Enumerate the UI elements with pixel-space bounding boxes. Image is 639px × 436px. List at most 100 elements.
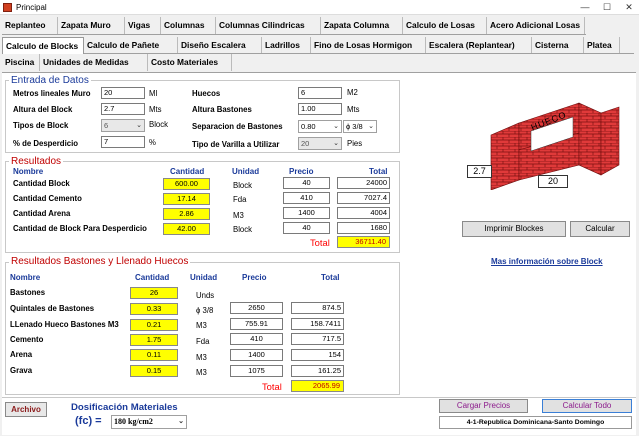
maximize-icon[interactable]: ☐ xyxy=(597,1,617,14)
chevron-down-icon: ⌄ xyxy=(178,417,184,425)
chevron-down-icon: ⌄ xyxy=(136,122,142,129)
tab-escalera-replantear[interactable]: Escalera (Replantear) xyxy=(426,37,532,54)
tipo-varilla-value: 20 xyxy=(301,139,310,148)
bastones-title: Resultados Bastones y Llenado Huecos xyxy=(9,256,191,267)
row-nombre: Cantidad Arena xyxy=(13,209,71,218)
row-precio-input[interactable]: 40 xyxy=(283,222,330,234)
tipo-varilla-select[interactable]: 20 ⌄ xyxy=(298,137,342,150)
row-cantidad: 2.86 xyxy=(163,208,210,220)
minimize-icon[interactable]: — xyxy=(575,1,595,14)
height-dimension-label: 2.7 xyxy=(467,165,492,178)
tab-costo-materiales[interactable]: Costo Materiales xyxy=(148,54,232,71)
bastones-row-total: 717.5 xyxy=(291,333,344,345)
tab-calculo-panete[interactable]: Calculo de Pañete xyxy=(84,37,178,54)
row-nombre: Cantidad Cemento xyxy=(13,194,82,203)
chevron-down-icon: ⌄ xyxy=(368,123,374,130)
tab-unidades-medidas[interactable]: Unidades de Medidas xyxy=(40,54,148,71)
col-header-nombre: Nombre xyxy=(10,273,41,282)
bastones-row-precio-input[interactable]: 1075 xyxy=(230,365,283,377)
col-header-total: Total xyxy=(321,273,340,282)
bottom-divider xyxy=(2,397,636,398)
altura-label: Altura del Block xyxy=(13,105,73,114)
app-icon xyxy=(3,3,12,12)
tab-fino-losas-hormigon[interactable]: Fino de Losas Hormigon xyxy=(311,37,426,54)
row-unidad: M3 xyxy=(233,211,244,220)
altura-bastones-input[interactable]: 1.00 xyxy=(298,103,342,115)
separacion-select[interactable]: 0.80 ⌄ xyxy=(298,120,342,133)
desperdicio-input[interactable]: 7 xyxy=(101,136,145,148)
tab-ladrillos[interactable]: Ladrillos xyxy=(262,37,311,54)
calcular-button[interactable]: Calcular xyxy=(570,221,630,237)
bastones-row-nombre: Grava xyxy=(10,366,33,375)
desperdicio-unit: % xyxy=(149,138,156,147)
tab-cisterna[interactable]: Cisterna xyxy=(532,37,584,54)
metros-input[interactable]: 20 xyxy=(101,87,145,99)
col-header-cantidad: Cantidad xyxy=(135,273,170,282)
row-unidad: Block xyxy=(233,225,253,234)
altura-bastones-unit: Mts xyxy=(347,105,360,114)
separacion-select-value: 0.80 xyxy=(301,122,316,131)
imprimir-blockes-button[interactable]: Imprimir Blockes xyxy=(462,221,566,237)
archivo-button[interactable]: Archivo xyxy=(5,402,47,417)
varilla-diametro-value: ϕ 3/8 xyxy=(346,122,363,131)
tipo-varilla-unit: Pies xyxy=(347,139,363,148)
col-header-precio: Precio xyxy=(242,273,267,282)
fc-select[interactable]: 180 kg/cm2 ⌄ xyxy=(111,415,187,429)
tab-row-divider xyxy=(2,34,586,35)
tab-zapata-muro[interactable]: Zapata Muro xyxy=(58,17,125,34)
tab-columnas[interactable]: Columnas xyxy=(161,17,216,34)
calcular-todo-button[interactable]: Calcular Todo xyxy=(542,399,632,413)
row-precio-input[interactable]: 410 xyxy=(283,192,330,204)
bastones-row-nombre: Cemento xyxy=(10,335,44,344)
tab-replanteo[interactable]: Replanteo xyxy=(2,17,58,34)
dosificacion-title: Dosificación Materiales xyxy=(71,402,178,413)
chevron-down-icon: ⌄ xyxy=(333,123,339,130)
tab-calculo-blocks[interactable]: Calculo de Blocks xyxy=(2,37,84,54)
resultados-title: Resultados xyxy=(9,156,64,167)
bastones-row-cantidad: 1.75 xyxy=(130,334,178,346)
separacion-label: Separacion de Bastones xyxy=(192,122,283,131)
tipos-unit: Block xyxy=(149,120,169,129)
bastones-row-precio-input[interactable]: 1400 xyxy=(230,349,283,361)
bastones-row-total: 154 xyxy=(291,349,344,361)
col-header-unidad: Unidad xyxy=(190,273,218,282)
row-total: 7027.4 xyxy=(337,192,390,204)
tipos-select-value: 6 xyxy=(104,121,109,130)
bastones-row-cantidad: 0.15 xyxy=(130,365,178,377)
mas-informacion-link[interactable]: Mas información sobre Block xyxy=(491,257,603,266)
varilla-diametro-select[interactable]: ϕ 3/8 ⌄ xyxy=(343,120,377,133)
row-cantidad: 42.00 xyxy=(163,223,210,235)
tab-acero-adicional-losas[interactable]: Acero Adicional Losas xyxy=(487,17,585,34)
tab-vigas[interactable]: Vigas xyxy=(125,17,161,34)
bastones-row-cantidad: 26 xyxy=(130,287,178,299)
altura-input[interactable]: 2.7 xyxy=(101,103,145,115)
tab-diseno-escalera[interactable]: Diseño Escalera xyxy=(178,37,262,54)
bastones-row-precio-input[interactable]: 2650 xyxy=(230,302,283,314)
fc-label: (fc) = xyxy=(75,415,102,427)
bastones-row-precio-input[interactable]: 755.91 xyxy=(230,318,283,330)
tab-columnas-cilindricas[interactable]: Columnas Cilindricas xyxy=(216,17,321,34)
row-nombre: Cantidad de Block Para Desperdicio xyxy=(13,224,147,233)
tab-zapata-columna[interactable]: Zapata Columna xyxy=(321,17,403,34)
col-header-total: Total xyxy=(369,167,388,176)
huecos-input[interactable]: 6 xyxy=(298,87,342,99)
row-total: 1680 xyxy=(337,222,390,234)
bastones-row-cantidad: 0.11 xyxy=(130,349,178,361)
tab-platea[interactable]: Platea xyxy=(584,37,620,54)
col-header-unidad: Unidad xyxy=(232,167,260,176)
entrada-datos-title: Entrada de Datos xyxy=(9,75,91,86)
row-precio-input[interactable]: 1400 xyxy=(283,207,330,219)
row-total: 4004 xyxy=(337,207,390,219)
tipos-select[interactable]: 6 ⌄ xyxy=(101,119,145,132)
tab-calculo-losas[interactable]: Calculo de Losas xyxy=(403,17,487,34)
row-unidad: Fda xyxy=(233,195,247,204)
bastones-total-label: Total xyxy=(262,381,282,392)
col-header-nombre: Nombre xyxy=(13,167,44,176)
row-total: 24000 xyxy=(337,177,390,189)
bastones-row-precio-input[interactable]: 410 xyxy=(230,333,283,345)
row-precio-input[interactable]: 40 xyxy=(283,177,330,189)
tab-piscina[interactable]: Piscina xyxy=(2,54,40,71)
close-icon[interactable]: ✕ xyxy=(619,1,639,14)
bastones-row-total: 158.7411 xyxy=(291,318,344,330)
cargar-precios-button[interactable]: Cargar Precios xyxy=(439,399,528,413)
